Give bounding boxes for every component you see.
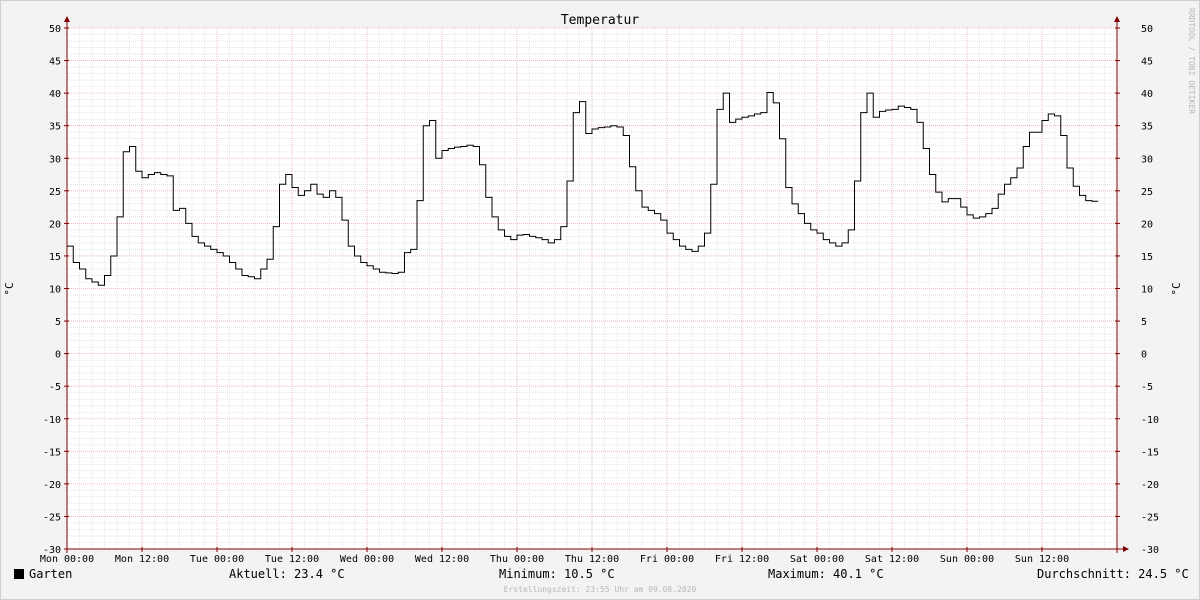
y-tick-label: 40 <box>49 89 61 100</box>
x-tick-label: Sat 00:00 <box>790 554 844 565</box>
x-tick-labels: Mon 00:00 Mon 12:00 Tue 00:00 Tue 12:00 Wed … <box>40 554 1069 565</box>
y-tick-label: 25 <box>49 187 61 198</box>
x-tick-label: Sat 12:00 <box>865 554 919 565</box>
y-tick-label: -5 <box>1141 382 1153 393</box>
stat-maximum: Maximum: 40.1 °C <box>768 567 884 581</box>
y-tick-label: 30 <box>49 154 61 165</box>
y-tick-label: 0 <box>1141 350 1147 361</box>
x-tick-label: Wed 00:00 <box>340 554 394 565</box>
y-tick-label: -10 <box>1141 415 1159 426</box>
y-tick-label: 40 <box>1141 89 1153 100</box>
y-axis-label-left: °C <box>3 282 16 295</box>
y-tick-label: -20 <box>1141 480 1159 491</box>
x-axis-arrow <box>1123 546 1129 552</box>
y-tick-labels-left: 50454035302520151050-5-10-15-20-25-30 <box>43 24 61 556</box>
y-axis-left-arrow <box>64 16 70 22</box>
x-tick-label: Mon 00:00 <box>40 554 94 565</box>
y-tick-label: -25 <box>1141 512 1159 523</box>
stat-minimum: Minimum: 10.5 °C <box>499 567 615 581</box>
x-tick-label: Fri 00:00 <box>640 554 694 565</box>
y-tick-label: -15 <box>1141 447 1159 458</box>
y-tick-label: 45 <box>1141 57 1153 68</box>
y-tick-label: 50 <box>1141 24 1153 35</box>
y-tick-label: 15 <box>1141 252 1153 263</box>
y-tick-label: 5 <box>55 317 61 328</box>
x-tick-label: Thu 12:00 <box>565 554 619 565</box>
y-tick-label: -5 <box>49 382 61 393</box>
footer-timestamp: Erstellungszeit: 23:55 Uhr am 09.08.2020 <box>503 585 697 594</box>
stat-average: Durchschnitt: 24.5 °C <box>1037 567 1189 581</box>
x-tick-label: Wed 12:00 <box>415 554 469 565</box>
chart-title: Temperatur <box>561 13 639 28</box>
x-tick-label: Sun 00:00 <box>940 554 994 565</box>
y-tick-label: 0 <box>55 350 61 361</box>
x-tick-label: Tue 12:00 <box>265 554 319 565</box>
x-tick-label: Sun 12:00 <box>1015 554 1069 565</box>
y-tick-label: -25 <box>43 512 61 523</box>
y-tick-label: 35 <box>1141 122 1153 133</box>
legend-swatch <box>14 569 24 579</box>
x-tick-label: Thu 00:00 <box>490 554 544 565</box>
x-tick-label: Mon 12:00 <box>115 554 169 565</box>
y-tick-label: 20 <box>1141 219 1153 230</box>
legend: Garten Aktuell: 23.4 °C Minimum: 10.5 °C… <box>0 567 1200 585</box>
watermark-text: RRDTOOL / TOBI OETIKER <box>1187 8 1196 114</box>
y-tick-label: 45 <box>49 57 61 68</box>
legend-series-label: Garten <box>29 567 73 581</box>
y-tick-label: 5 <box>1141 317 1147 328</box>
y-axis-label-right: °C <box>1170 282 1183 295</box>
y-tick-label: 35 <box>49 122 61 133</box>
y-tick-label: 10 <box>1141 285 1153 296</box>
x-tick-label: Tue 00:00 <box>190 554 244 565</box>
y-tick-label: -30 <box>1141 545 1159 556</box>
y-tick-label: 20 <box>49 219 61 230</box>
x-tick-label: Fri 12:00 <box>715 554 769 565</box>
y-tick-label: 30 <box>1141 154 1153 165</box>
legend-series: Garten <box>14 567 72 581</box>
y-tick-label: 10 <box>49 285 61 296</box>
y-tick-label: 15 <box>49 252 61 263</box>
y-tick-label: -10 <box>43 415 61 426</box>
stat-current: Aktuell: 23.4 °C <box>229 567 345 581</box>
y-tick-label: 50 <box>49 24 61 35</box>
y-tick-labels-right: 50454035302520151050-5-10-15-20-25-30 <box>1141 24 1159 556</box>
y-tick-label: -15 <box>43 447 61 458</box>
y-tick-label: 25 <box>1141 187 1153 198</box>
y-axis-right-arrow <box>1114 16 1120 22</box>
y-tick-label: -20 <box>43 480 61 491</box>
temperature-chart: 50454035302520151050-5-10-15-20-25-30 50… <box>3 13 1183 565</box>
